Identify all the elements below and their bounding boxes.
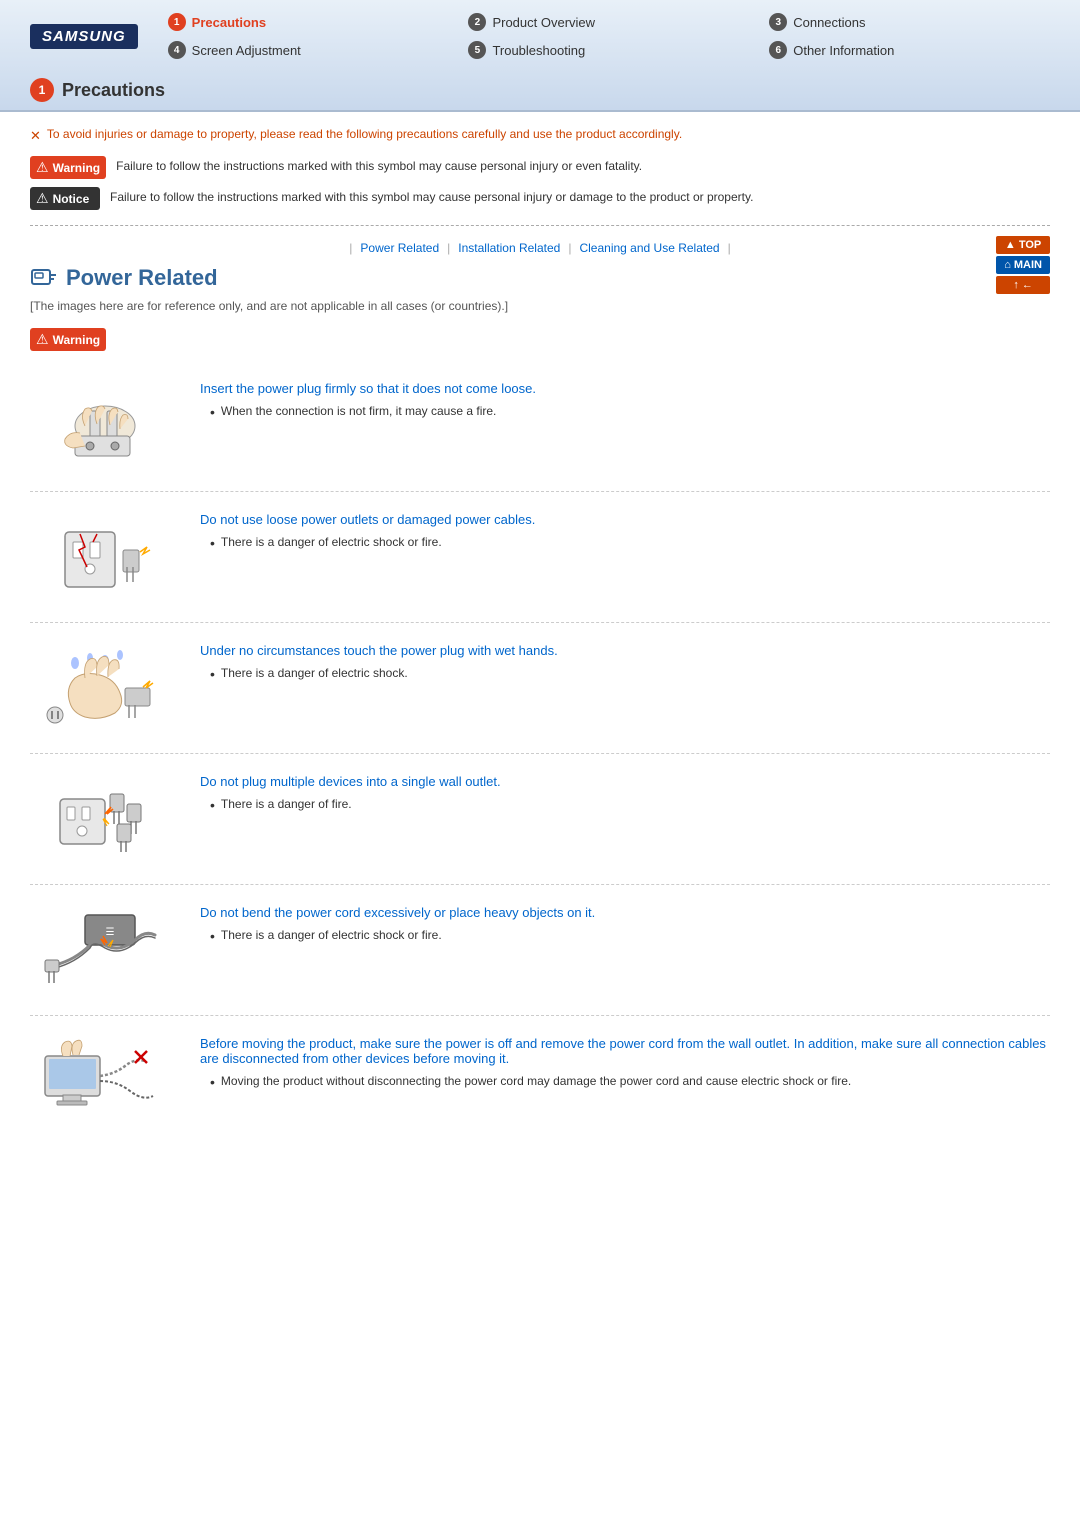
nav-number-4: 5	[468, 41, 486, 59]
nav-number-3: 4	[168, 41, 186, 59]
warning-block-1: ⚠ Warning Failure to follow the instruct…	[30, 156, 1050, 179]
item-text-5: Do not bend the power cord excessively o…	[200, 900, 1050, 945]
item-title-2: Do not use loose power outlets or damage…	[200, 512, 1050, 527]
item-image-1	[30, 376, 180, 476]
item-bullet-2: There is a danger of electric shock or f…	[210, 535, 1050, 552]
section-title-text: Power Related	[66, 265, 218, 291]
item-title-5: Do not bend the power cord excessively o…	[200, 905, 1050, 920]
notice-text-2: Failure to follow the instructions marke…	[110, 187, 753, 204]
section-divider-1	[30, 225, 1050, 226]
content-item-5: ☰ Do not bend the power cord excessively…	[30, 885, 1050, 1016]
nav-number-0: 1	[168, 13, 186, 31]
item-bullet-1: When the connection is not firm, it may …	[210, 404, 1050, 421]
item-text-1: Insert the power plug firmly so that it …	[200, 376, 1050, 421]
nav-item-product-overview[interactable]: 2 Product Overview	[468, 10, 749, 34]
section-warning-badge: ⚠ Warning	[30, 328, 106, 351]
item-title-4: Do not plug multiple devices into a sing…	[200, 774, 1050, 789]
item-text-2: Do not use loose power outlets or damage…	[200, 507, 1050, 552]
item-title-1: Insert the power plug firmly so that it …	[200, 381, 1050, 396]
nav-item-troubleshooting[interactable]: 5 Troubleshooting	[468, 38, 749, 62]
content-item-6: Before moving the product, make sure the…	[30, 1016, 1050, 1146]
top-button[interactable]: ▲ TOP	[996, 236, 1050, 254]
item-bullet-5: There is a danger of electric shock or f…	[210, 928, 1050, 945]
nav-number-1: 2	[468, 13, 486, 31]
nav-label-3: Screen Adjustment	[192, 43, 301, 58]
reference-note: [The images here are for reference only,…	[30, 299, 1050, 313]
nav-label-0: Precautions	[192, 15, 266, 30]
page-label: 1 Precautions	[30, 70, 1050, 110]
nav-number-5: 6	[769, 41, 787, 59]
nav-item-connections[interactable]: 3 Connections	[769, 10, 1050, 34]
nav-item-precautions[interactable]: 1 Precautions	[168, 10, 449, 34]
header-top: SAMSUNG 1 Precautions 2 Product Overview 3 Co…	[30, 10, 1050, 62]
content-item-3: Under no circumstances touch the power p…	[30, 623, 1050, 754]
section-warning-icon: ⚠	[36, 331, 49, 348]
content-item-1: Insert the power plug firmly so that it …	[30, 361, 1050, 492]
section-warning-label: Warning	[53, 333, 101, 347]
page-title-header: Precautions	[62, 80, 165, 101]
tab-sep-3: |	[728, 241, 731, 255]
item-image-2	[30, 507, 180, 607]
tab-cleaning-related[interactable]: Cleaning and Use Related	[571, 241, 727, 255]
nav-item-screen-adjustment[interactable]: 4 Screen Adjustment	[168, 38, 449, 62]
tab-nav: | Power Related | Installation Related |…	[30, 241, 1050, 255]
item-bullet-6: Moving the product without disconnecting…	[210, 1074, 1050, 1091]
main-content: ✕ To avoid injuries or damage to propert…	[0, 112, 1080, 1161]
warning-badge: ⚠ Warning	[30, 156, 106, 179]
notice-bar: ✕ To avoid injuries or damage to propert…	[30, 127, 1050, 144]
notice-badge: ⚠ Notice	[30, 187, 100, 210]
item-title-6: Before moving the product, make sure the…	[200, 1036, 1050, 1066]
item-bullet-3: There is a danger of electric shock.	[210, 666, 1050, 683]
warning-label: Warning	[53, 161, 101, 175]
notice-block: ⚠ Notice Failure to follow the instructi…	[30, 187, 1050, 210]
item-text-4: Do not plug multiple devices into a sing…	[200, 769, 1050, 814]
tab-installation-related[interactable]: Installation Related	[450, 241, 568, 255]
warning-triangle-icon: ⚠	[36, 159, 49, 176]
nav-item-other-information[interactable]: 6 Other Information	[769, 38, 1050, 62]
notice-text: To avoid injuries or damage to property,…	[47, 127, 682, 141]
item-text-6: Before moving the product, make sure the…	[200, 1031, 1050, 1091]
content-item-4: Do not plug multiple devices into a sing…	[30, 754, 1050, 885]
nav-label-5: Other Information	[793, 43, 894, 58]
item-image-6	[30, 1031, 180, 1131]
samsung-logo: SAMSUNG	[30, 24, 138, 49]
section-title: Power Related	[30, 265, 1050, 291]
item-image-4	[30, 769, 180, 869]
nav-number-2: 3	[769, 13, 787, 31]
top-button-area: ▲ TOP ⌂ MAIN ↑ ←	[996, 236, 1050, 294]
tab-power-related[interactable]: Power Related	[352, 241, 447, 255]
nav-label-1: Product Overview	[492, 15, 595, 30]
content-items-list: Insert the power plug firmly so that it …	[30, 361, 1050, 1146]
header: SAMSUNG 1 Precautions 2 Product Overview 3 Co…	[0, 0, 1080, 112]
warning-text-1: Failure to follow the instructions marke…	[116, 156, 642, 173]
notice-icon: ✕	[30, 128, 41, 144]
item-bullet-4: There is a danger of fire.	[210, 797, 1050, 814]
item-title-3: Under no circumstances touch the power p…	[200, 643, 1050, 658]
prev-button[interactable]: ↑ ←	[996, 276, 1050, 294]
nav-label-4: Troubleshooting	[492, 43, 585, 58]
item-image-5: ☰	[30, 900, 180, 1000]
power-icon	[30, 267, 58, 289]
svg-text:☰: ☰	[106, 927, 115, 938]
nav-menu: 1 Precautions 2 Product Overview 3 Connection…	[168, 10, 1050, 62]
notice-label: Notice	[53, 192, 90, 206]
notice-triangle-icon: ⚠	[36, 190, 49, 207]
main-button[interactable]: ⌂ MAIN	[996, 256, 1050, 274]
content-item-2: Do not use loose power outlets or damage…	[30, 492, 1050, 623]
item-image-3	[30, 638, 180, 738]
item-text-3: Under no circumstances touch the power p…	[200, 638, 1050, 683]
nav-label-2: Connections	[793, 15, 865, 30]
page-number: 1	[30, 78, 54, 102]
warning-heading: ⚠ Warning	[30, 328, 1050, 351]
